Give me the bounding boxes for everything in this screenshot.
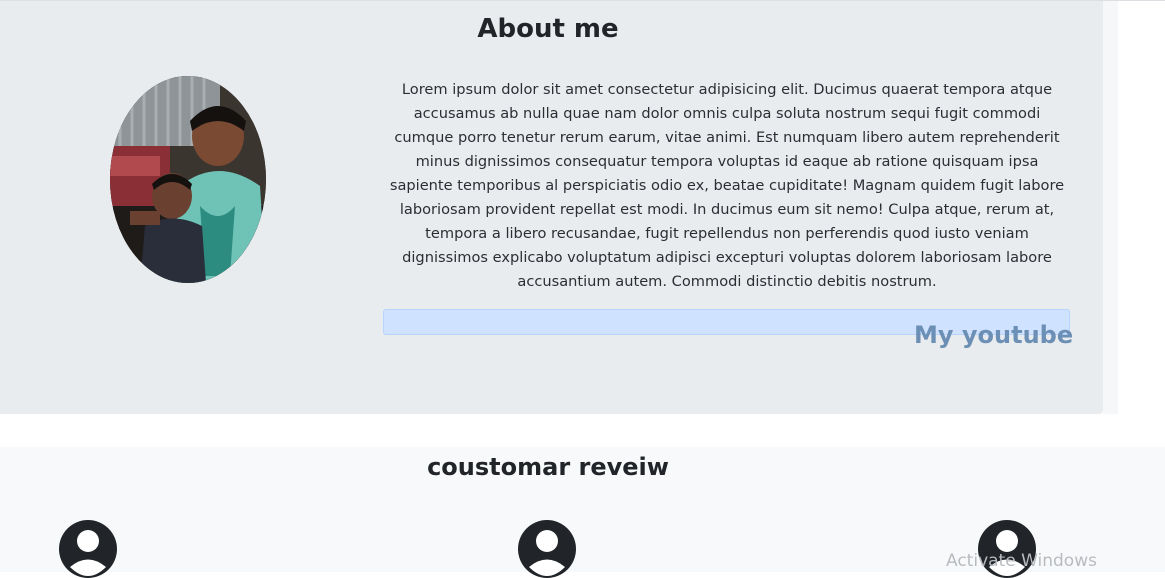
user-avatar-icon (59, 520, 117, 578)
about-paragraph: Lorem ipsum dolor sit amet consectetur a… (389, 81, 1065, 290)
profile-photo (110, 76, 266, 283)
activate-windows-watermark: Activate Windows (946, 551, 1097, 571)
page-right-gutter (1103, 1, 1118, 414)
user-avatar-icon (518, 520, 576, 578)
about-title: About me (477, 14, 619, 44)
review-title: coustomar reveiw (427, 453, 669, 481)
youtube-link[interactable]: My youtube (914, 320, 1073, 350)
profile-photo-image (110, 76, 266, 283)
